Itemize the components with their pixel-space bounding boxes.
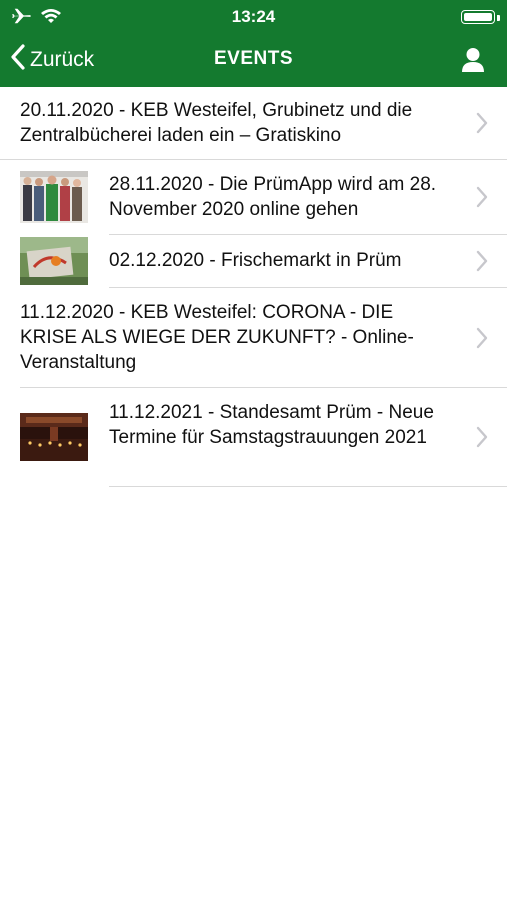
event-title: 11.12.2021 - Standesamt Prüm - Neue Term… [109,402,434,448]
list-item[interactable]: 11.12.2020 - KEB Westeifel: CORONA - DIE… [20,288,507,388]
chevron-right-icon [476,327,488,348]
event-title: 28.11.2020 - Die PrümApp wird am 28. Nov… [109,174,437,220]
event-thumbnail [20,171,88,223]
navigation-bar: Zurück EVENTS [0,34,507,87]
event-title: 11.12.2020 - KEB Westeifel: CORONA - DIE… [20,302,414,373]
event-thumbnail [20,413,88,461]
battery-icon [461,10,495,24]
page-title: EVENTS [213,48,294,69]
battery-tip [497,15,500,21]
events-list: 20.11.2020 - KEB Westeifel, Grubinetz un… [0,87,507,487]
status-bar: 13:24 [0,0,507,34]
list-item[interactable]: 28.11.2020 - Die PrümApp wird am 28. Nov… [20,160,507,235]
chevron-right-icon [476,112,488,134]
header: 13:24 Zurück EVENTS [0,0,507,87]
status-time: 13:24 [231,7,276,26]
user-icon[interactable] [459,46,487,74]
list-item[interactable]: 02.12.2020 - Frischemarkt in Prüm [20,235,507,288]
event-title: 02.12.2020 - Frischemarkt in Prüm [109,250,402,271]
list-item[interactable]: 11.12.2021 - Standesamt Prüm - Neue Term… [20,388,507,487]
chevron-right-icon [476,426,488,448]
event-title: 20.11.2020 - KEB Westeifel, Grubinetz un… [20,100,413,146]
event-thumbnail [20,237,88,285]
chevron-right-icon [476,250,488,272]
chevron-right-icon [476,186,488,208]
list-item[interactable]: 20.11.2020 - KEB Westeifel, Grubinetz un… [0,87,507,160]
